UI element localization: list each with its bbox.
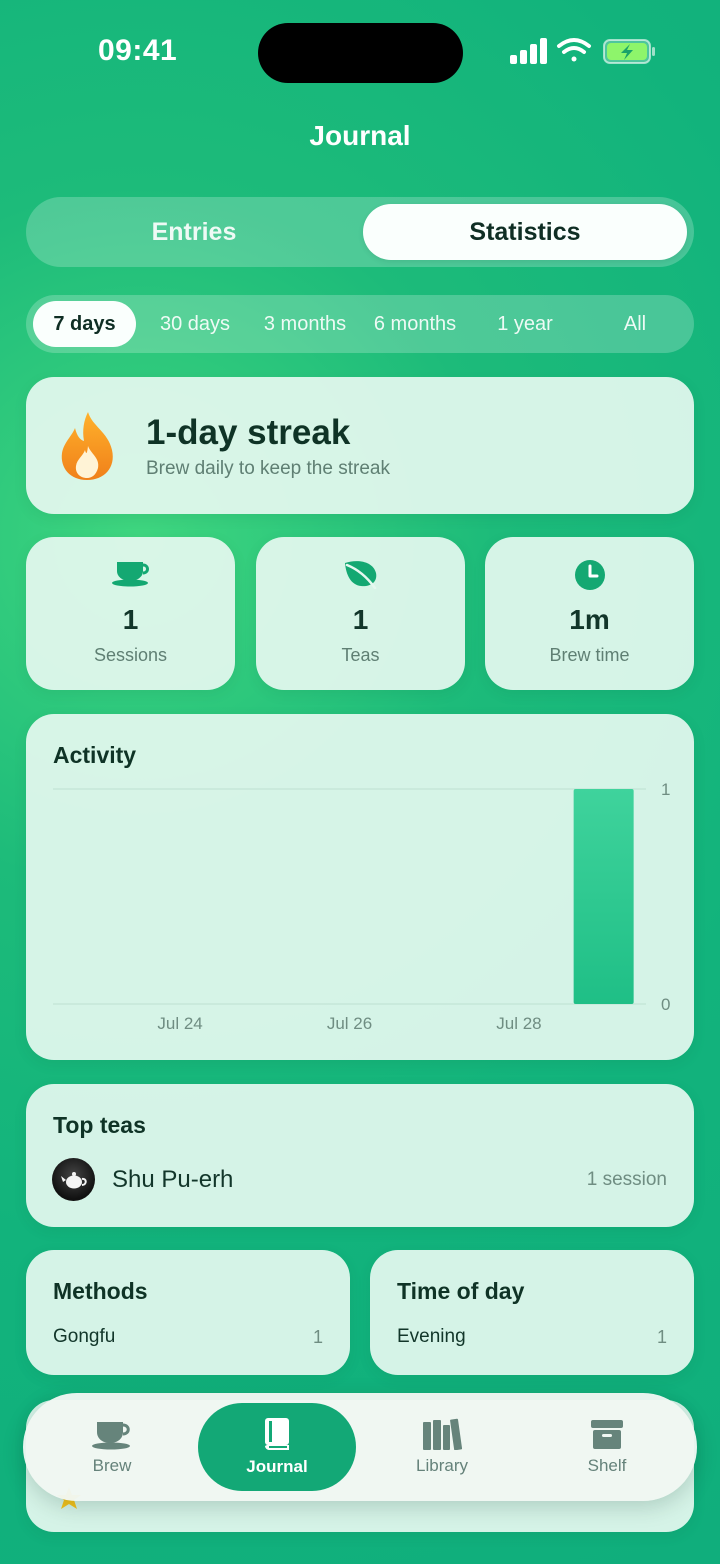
methods-title: Methods [53,1278,148,1304]
x-tick-label: Jul 28 [496,1014,541,1033]
tab-brew[interactable]: Brew [33,1403,191,1491]
wifi-icon [557,38,591,62]
streak-subtitle: Brew daily to keep the streak [146,458,390,479]
tea-avatar [52,1158,95,1201]
time-of-day-label: Evening [397,1326,466,1347]
teapot-icon [60,1171,87,1188]
tab-label: Journal [246,1457,308,1476]
status-icons [510,38,655,64]
range-1-year[interactable]: 1 year [474,301,576,347]
clock-icon [574,560,605,590]
method-count: 1 [312,1327,323,1347]
time-of-day-card: Time of day Evening 1 [370,1250,694,1375]
tab-label: Brew [92,1456,132,1475]
activity-card: Activity 1 0 Jul 24 Jul 26 Jul 28 [26,714,694,1060]
stat-card-teas: 1 Teas [256,537,465,690]
tab-library[interactable]: Library [363,1403,521,1491]
teacup-icon [111,562,149,587]
stat-card-sessions: 1 Sessions [26,537,235,690]
range-7-days[interactable]: 7 days [33,301,136,347]
archive-box-icon [591,1420,623,1449]
tab-shelf[interactable]: Shelf [528,1403,686,1491]
teacup-icon [92,1422,130,1450]
leaf-icon [344,561,376,589]
streak-title: 1-day streak [146,413,351,452]
dynamic-island [258,23,463,83]
streak-card: 1-day streak Brew daily to keep the stre… [26,377,694,514]
time-of-day-count: 1 [656,1327,667,1347]
stat-label: Sessions [93,645,168,665]
tab-label: Library [416,1456,468,1475]
status-bar: 09:41 [0,0,720,100]
tea-name[interactable]: Shu Pu-erh [112,1166,233,1194]
y-tick-label: 1 [661,780,670,799]
view-segmented-control: Entries Statistics [26,197,694,267]
book-icon [265,1418,289,1450]
method-label: Gongfu [53,1326,116,1347]
tab-journal[interactable]: Journal [198,1403,356,1491]
range-30-days[interactable]: 30 days [144,301,246,347]
books-icon [423,1418,462,1450]
status-time: 09:41 [98,34,178,67]
time-range-filter: 7 days 30 days 3 months 6 months 1 year … [26,295,694,353]
segment-entries[interactable]: Entries [33,204,355,260]
stat-card-brew-time: 1m Brew time [485,537,694,690]
signal-icon [510,38,547,64]
x-tick-label: Jul 24 [157,1014,202,1033]
stat-value: 1m [569,604,610,635]
stat-value: 1 [122,604,139,635]
range-6-months[interactable]: 6 months [364,301,466,347]
tab-label: Shelf [587,1456,627,1475]
tab-bar: Brew Journal Library Shelf [23,1393,697,1501]
battery-icon [603,39,655,64]
top-teas-card: Top teas Shu Pu-erh 1 session [26,1084,694,1227]
stat-label: Teas [341,645,380,665]
time-of-day-title: Time of day [397,1278,525,1304]
methods-card: Methods Gongfu 1 [26,1250,350,1375]
activity-chart: 1 0 Jul 24 Jul 26 Jul 28 [53,780,670,1033]
top-teas-title: Top teas [53,1112,146,1138]
range-all[interactable]: All [584,301,686,347]
segment-statistics[interactable]: Statistics [363,204,687,260]
stat-value: 1 [352,604,369,635]
flame-icon [61,412,113,480]
y-tick-label: 0 [661,995,670,1014]
x-tick-label: Jul 26 [327,1014,372,1033]
tea-session-count: 1 session [586,1169,667,1190]
stat-label: Brew time [549,645,630,665]
page-title: Journal [309,120,411,151]
range-3-months[interactable]: 3 months [252,301,358,347]
activity-bar [573,789,634,1004]
